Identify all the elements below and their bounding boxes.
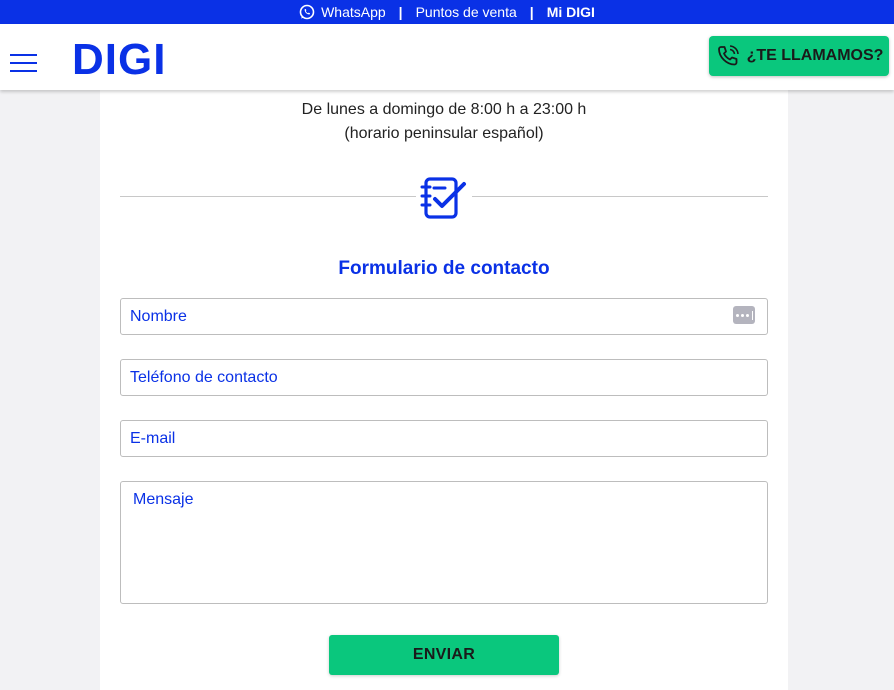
separator: | bbox=[529, 4, 534, 20]
phone-input[interactable] bbox=[120, 359, 768, 396]
notebook-checkmark-icon bbox=[420, 177, 466, 219]
puntos-de-venta-label: Puntos de venta bbox=[415, 4, 517, 20]
puntos-de-venta-link[interactable]: Puntos de venta bbox=[416, 4, 517, 20]
autofill-dots-icon[interactable] bbox=[733, 306, 755, 324]
divider-line-left bbox=[120, 196, 416, 197]
separator: | bbox=[398, 4, 403, 20]
hamburger-menu-icon[interactable] bbox=[10, 54, 37, 72]
schedule-line-2: (horario peninsular español) bbox=[344, 125, 544, 142]
contact-card: De lunes a domingo de 8:00 h a 23:00 h (… bbox=[100, 90, 788, 690]
form-title: Formulario de contacto bbox=[338, 258, 550, 279]
message-textarea[interactable] bbox=[120, 481, 768, 604]
email-input[interactable] bbox=[120, 420, 768, 457]
name-input[interactable] bbox=[120, 298, 768, 335]
site-header: DIGI ¿TE LLAMAMOS? bbox=[0, 24, 894, 90]
mi-digi-label: Mi DIGI bbox=[546, 4, 595, 20]
whatsapp-label: WhatsApp bbox=[321, 4, 386, 20]
logo-text: DIGI bbox=[72, 40, 166, 76]
whatsapp-icon bbox=[299, 4, 315, 20]
digi-logo[interactable]: DIGI bbox=[72, 40, 176, 76]
top-utility-bar: WhatsApp | Puntos de venta | Mi DIGI bbox=[0, 0, 894, 24]
te-llamamos-button[interactable]: ¿TE LLAMAMOS? bbox=[709, 36, 889, 76]
schedule-line-1: De lunes a domingo de 8:00 h a 23:00 h bbox=[301, 101, 587, 118]
section-divider bbox=[120, 168, 768, 228]
phone-ringing-icon bbox=[717, 45, 739, 66]
enviar-button[interactable]: ENVIAR bbox=[329, 635, 559, 675]
schedule-info: De lunes a domingo de 8:00 h a 23:00 h (… bbox=[100, 98, 788, 146]
mi-digi-link[interactable]: Mi DIGI bbox=[547, 4, 595, 20]
divider-line-right bbox=[472, 196, 768, 197]
whatsapp-link[interactable]: WhatsApp bbox=[299, 4, 386, 20]
te-llamamos-label: ¿TE LLAMAMOS? bbox=[746, 47, 884, 64]
